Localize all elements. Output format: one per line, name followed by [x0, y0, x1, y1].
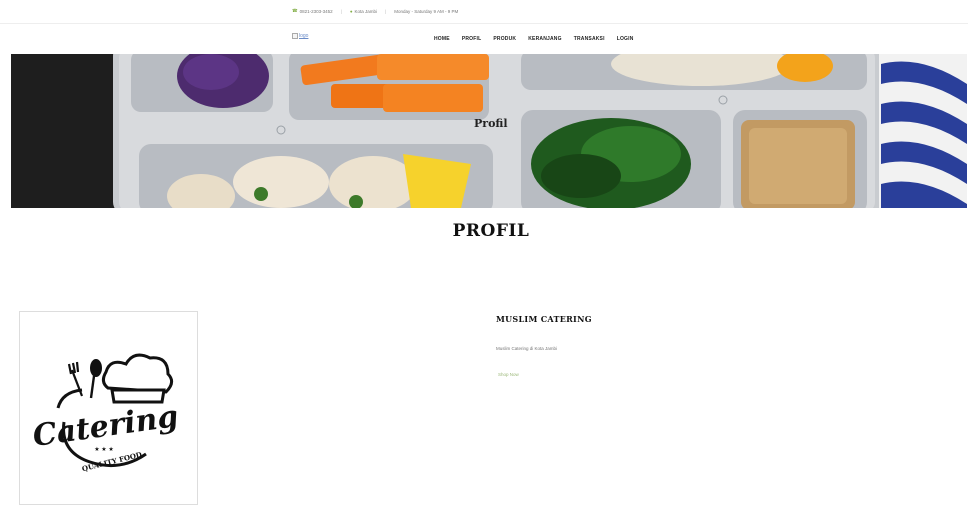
nav-menu: HOME PROFIL PRODUK KERANJANG TRANSAKSI L… [434, 36, 646, 42]
phone-icon: ☎ [292, 8, 298, 13]
top-info-bar: ☎ 0821-2303-3452 | ● Kota Jambi | Monday… [0, 0, 968, 24]
bento-food-photo [11, 54, 967, 208]
hero-banner [11, 54, 967, 208]
divider: | [385, 8, 387, 14]
location-text: Kota Jambi [354, 8, 378, 14]
shop-now-button[interactable]: Shop Now [498, 372, 519, 377]
nav-login[interactable]: LOGIN [617, 36, 634, 42]
catering-logo-image[interactable]: Catering QUALITY FOOD ★ ★ ★ [19, 311, 198, 505]
product-description: Muslim Catering di Kota Jambi [496, 346, 558, 351]
divider: | [340, 8, 342, 14]
nav-produk[interactable]: PRODUK [493, 36, 516, 42]
nav-transaksi[interactable]: TRANSAKSI [574, 36, 605, 42]
product-name: MUSLIM CATERING [496, 314, 592, 324]
nav-keranjang[interactable]: KERANJANG [528, 36, 561, 42]
nav-profil[interactable]: PROFIL [462, 36, 482, 42]
hero-title: Profil [474, 117, 508, 130]
main-navbar: logo HOME PROFIL PRODUK KERANJANG TRANSA… [0, 24, 968, 54]
site-logo[interactable]: logo [292, 33, 308, 39]
contact-info: ☎ 0821-2303-3452 | ● Kota Jambi | Monday… [292, 8, 458, 14]
logo-word: Catering [31, 399, 181, 454]
logo-stars: ★ ★ ★ [94, 446, 113, 453]
nav-home[interactable]: HOME [434, 36, 450, 42]
location-icon: ● [349, 8, 353, 14]
logo-alt-text: logo [299, 33, 309, 39]
page-title: PROFIL [452, 221, 530, 241]
catering-logo-icon: Catering QUALITY FOOD ★ ★ ★ [31, 353, 181, 473]
opening-hours: Monday - Saturday 9 AM - 9 PM [394, 8, 459, 14]
broken-image-icon [292, 33, 298, 39]
phone-number: 0821-2303-3452 [299, 8, 333, 14]
